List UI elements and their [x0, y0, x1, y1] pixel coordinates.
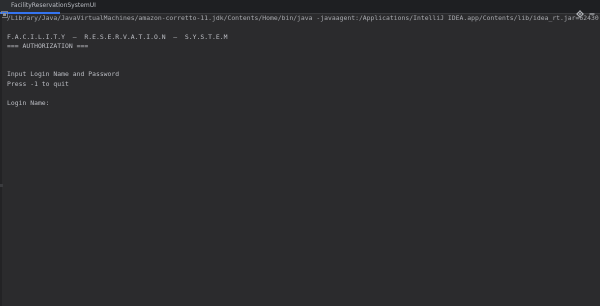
console-output[interactable]: /Library/Java/JavaVirtualMachines/amazon… — [0, 14, 600, 306]
console-prompt-line: Input Login Name and Password — [7, 70, 120, 78]
console-title-line: F.A.C.I.L.I.T.Y — R.E.S.E.R.V.A.T.I.O.N … — [7, 33, 228, 41]
console-login-prompt: Login Name: — [7, 99, 50, 107]
tab-actions — [576, 0, 600, 18]
console-command-line: /Library/Java/JavaVirtualMachines/amazon… — [7, 14, 600, 22]
console-quit-hint: Press -1 to quit — [7, 80, 69, 88]
run-tool-window-tabs: FacilityReservationSystemUI — [0, 0, 600, 18]
run-config-icon — [1, 3, 8, 18]
minimize-icon[interactable] — [588, 3, 596, 15]
console-subtitle-line: === AUTHORIZATION === — [7, 42, 89, 50]
gear-icon[interactable] — [576, 3, 584, 18]
run-tab-label: FacilityReservationSystemUI — [11, 2, 96, 9]
run-tab-facility-reservation[interactable]: FacilityReservationSystemUI — [0, 0, 96, 18]
